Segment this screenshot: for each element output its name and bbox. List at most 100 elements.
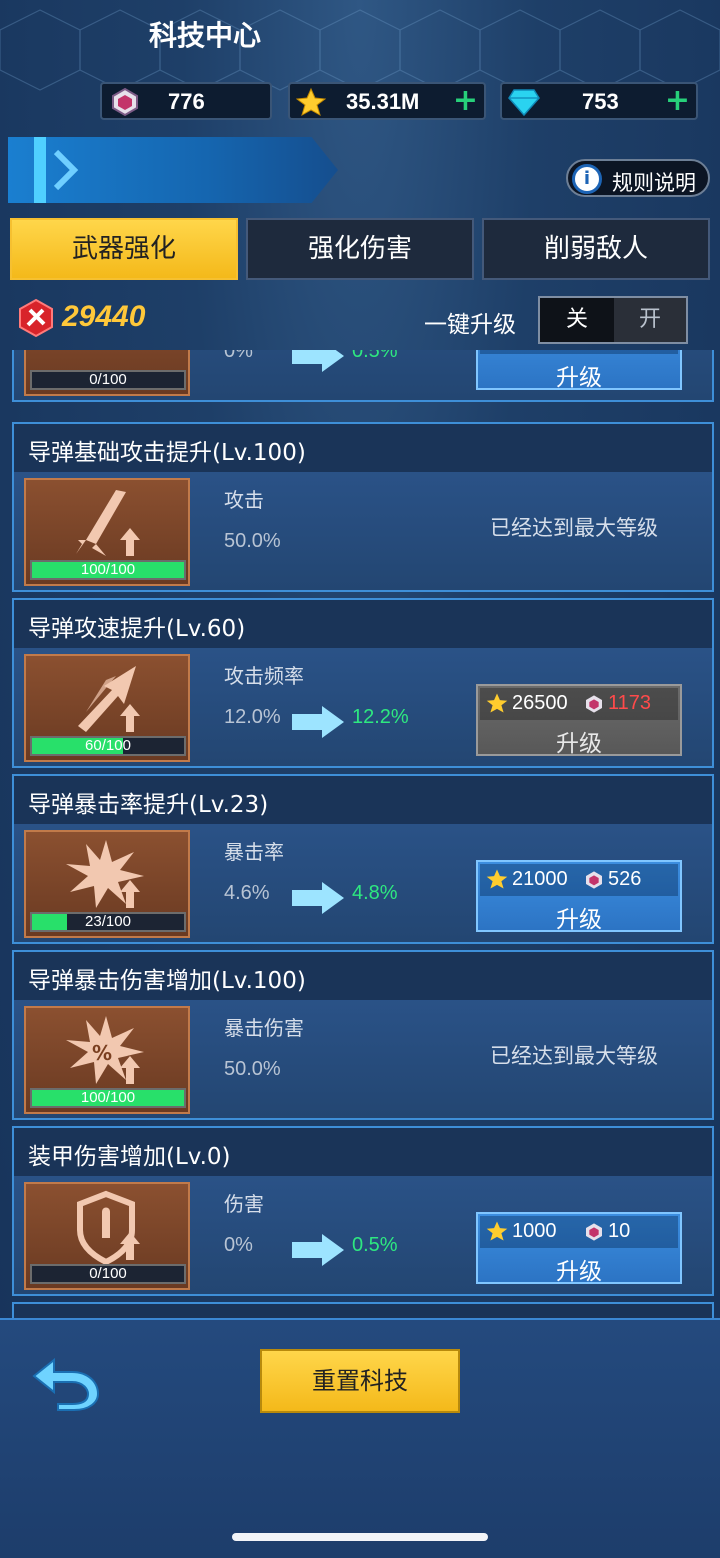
upgrade-cost: 1000 10 xyxy=(480,350,678,354)
upgrade-label: 升级 xyxy=(556,907,602,933)
max-level-text: 已经达到最大等级 xyxy=(490,1044,658,1068)
missile-crit-damage-icon-box: % 100/100 xyxy=(24,1006,190,1114)
tech-list[interactable]: 0/100 0% 0.5% 1000 10 升级 导弹基础攻击提升(Lv.100… xyxy=(0,350,720,1318)
tech-item-header: 导弹暴击伤害增加(Lv.100) xyxy=(14,952,712,1000)
stat-name: 暴击率 xyxy=(224,840,284,864)
crystal-cost: 526 xyxy=(608,868,642,890)
rules-button[interactable]: i 规则说明 xyxy=(566,159,710,197)
tech-item-body: 23/100 暴击率 4.6% 4.8% 21000 526 升级 xyxy=(14,824,712,942)
title-stripe xyxy=(34,137,46,203)
missile-icon-box: 100/100 xyxy=(24,478,190,586)
upgrade-button[interactable]: 21000 526 升级 xyxy=(476,860,682,933)
arrow-right-icon xyxy=(292,882,344,914)
home-indicator[interactable] xyxy=(232,1533,488,1541)
diamond-icon xyxy=(508,89,540,116)
crystal-icon xyxy=(586,871,602,889)
tab-weapon-upgrade[interactable]: 武器强化 xyxy=(10,218,238,280)
svg-text:%: % xyxy=(92,1041,112,1065)
progress-text: 100/100 xyxy=(80,561,136,578)
gold-cost: 26500 xyxy=(512,692,568,714)
arrow-right-icon xyxy=(292,350,344,372)
stat-next: 12.2% xyxy=(352,706,409,728)
tech-item-partial: 0/100 0% 0.5% 1000 10 升级 xyxy=(12,350,714,402)
stat-current: 4.6% xyxy=(224,882,270,904)
upgrade-cost: 1000 10 xyxy=(480,1216,678,1248)
tech-item-armor-damage: 装甲伤害增加(Lv.0) 0/100 伤害 0% 0.5% 1000 10 升级 xyxy=(12,1126,714,1296)
tab-damage-boost[interactable]: 强化伤害 xyxy=(246,218,474,280)
missile-speed-icon-box: 60/100 xyxy=(24,654,190,762)
tech-item-body: 60/100 攻击频率 12.0% 12.2% 26500 1173 升级 xyxy=(14,648,712,766)
tech-item-name: 导弹基础攻击提升(Lv.100) xyxy=(28,440,306,466)
armor-damage-icon-box: 0/100 xyxy=(24,1182,190,1290)
tech-item-body: 100/100 攻击 50.0% 已经达到最大等级 xyxy=(14,472,712,590)
crystal-cost: 1173 xyxy=(608,692,652,714)
add-diamond-button[interactable]: + xyxy=(665,84,690,118)
reset-tech-button[interactable]: 重置科技 xyxy=(260,1349,460,1413)
tab-weaken-enemy[interactable]: 削弱敌人 xyxy=(482,218,710,280)
star-icon xyxy=(296,87,326,117)
star-icon xyxy=(486,869,508,889)
tech-item-missile-crit: 导弹暴击率提升(Lv.23) 23/100 暴击率 4.6% 4.8% 2100 xyxy=(12,774,714,944)
tech-item-body: 0/100 伤害 0% 0.5% 1000 10 升级 xyxy=(14,1176,712,1294)
stat-next: 0.5% xyxy=(352,1234,398,1256)
missile-speed-icon xyxy=(78,666,140,732)
crystal-value: 776 xyxy=(168,89,205,114)
info-icon: i xyxy=(572,164,602,194)
tech-item-header: 装甲伤害增加(Lv.0) xyxy=(14,1128,712,1176)
progress-text: 0/100 xyxy=(89,1265,127,1282)
tech-item-body: 0/100 0% 0.5% 1000 10 升级 xyxy=(14,350,712,400)
progress-bar: 100/100 xyxy=(30,1088,186,1108)
upgrade-button[interactable]: 1000 10 升级 xyxy=(476,1212,682,1285)
tech-item-missile-speed: 导弹攻速提升(Lv.60) 60/100 攻击频率 12.0% 12.2% 26… xyxy=(12,598,714,768)
stat-current: 0% xyxy=(224,350,253,362)
arrow-right-icon xyxy=(292,706,344,738)
one-key-upgrade-toggle[interactable]: 关 开 xyxy=(538,296,688,344)
stat-name: 攻击 xyxy=(224,488,264,512)
upgrade-label: 升级 xyxy=(556,365,602,391)
toggle-off[interactable]: 关 xyxy=(540,298,614,342)
currency-crystal: 776 xyxy=(100,82,272,120)
upgrade-button[interactable]: 1000 10 升级 xyxy=(476,350,682,391)
tech-item-header: 导弹暴击率提升(Lv.23) xyxy=(14,776,712,824)
missile-crit-icon xyxy=(66,840,144,908)
power-icon xyxy=(19,298,53,338)
gold-cost: 21000 xyxy=(512,868,568,890)
stat-next: 4.8% xyxy=(352,882,398,904)
star-icon xyxy=(486,1221,508,1241)
tech-item-next-peek xyxy=(12,1302,714,1318)
currency-diamond: 753 + xyxy=(500,82,698,120)
tech-item-name: 装甲伤害增加(Lv.0) xyxy=(28,1144,231,1170)
diamond-value: 753 xyxy=(582,89,619,114)
crystal-cost: 10 xyxy=(608,1220,631,1242)
progress-bar: 23/100 xyxy=(30,912,186,932)
stat-name: 伤害 xyxy=(224,1192,264,1216)
tech-item-body: % 100/100 暴击伤害 50.0% 已经达到最大等级 xyxy=(14,1000,712,1118)
currency-gold: 35.31M + xyxy=(288,82,486,120)
tech-item-name: 导弹暴击伤害增加(Lv.100) xyxy=(28,968,306,994)
rules-label: 规则说明 xyxy=(612,171,696,195)
tech-item-name: 导弹暴击率提升(Lv.23) xyxy=(28,792,269,818)
crystal-icon xyxy=(586,1223,602,1241)
upgrade-button[interactable]: 26500 1173 升级 xyxy=(476,684,682,757)
toggle-on[interactable]: 开 xyxy=(614,298,686,342)
missile-crit-icon-box: 23/100 xyxy=(24,830,190,938)
tech-item-missile-attack: 导弹基础攻击提升(Lv.100) 100/100 攻击 50.0% 已经达到最大… xyxy=(12,422,714,592)
crystal-icon xyxy=(112,87,138,117)
add-gold-button[interactable]: + xyxy=(453,84,478,118)
progress-text: 100/100 xyxy=(80,1089,136,1106)
upgrade-label: 升级 xyxy=(556,731,602,757)
progress-bar: 0/100 xyxy=(30,1264,186,1284)
upgrade-label: 升级 xyxy=(556,1259,602,1285)
progress-bar: 100/100 xyxy=(30,560,186,580)
stat-current: 50.0% xyxy=(224,530,281,552)
back-arrow-icon[interactable] xyxy=(28,1352,102,1412)
tech-item-missile-crit-damage: 导弹暴击伤害增加(Lv.100) % 100/100 暴击伤害 50.0% 已经… xyxy=(12,950,714,1120)
partial-item-icon: 0/100 xyxy=(24,350,190,396)
upgrade-cost: 21000 526 xyxy=(480,864,678,896)
arrow-right-icon xyxy=(292,1234,344,1266)
star-icon xyxy=(486,693,508,713)
armor-damage-icon xyxy=(77,1190,140,1266)
missile-crit-damage-icon: % xyxy=(66,1016,144,1084)
gold-cost: 1000 xyxy=(512,1220,557,1242)
upgrade-cost: 26500 1173 xyxy=(480,688,678,720)
